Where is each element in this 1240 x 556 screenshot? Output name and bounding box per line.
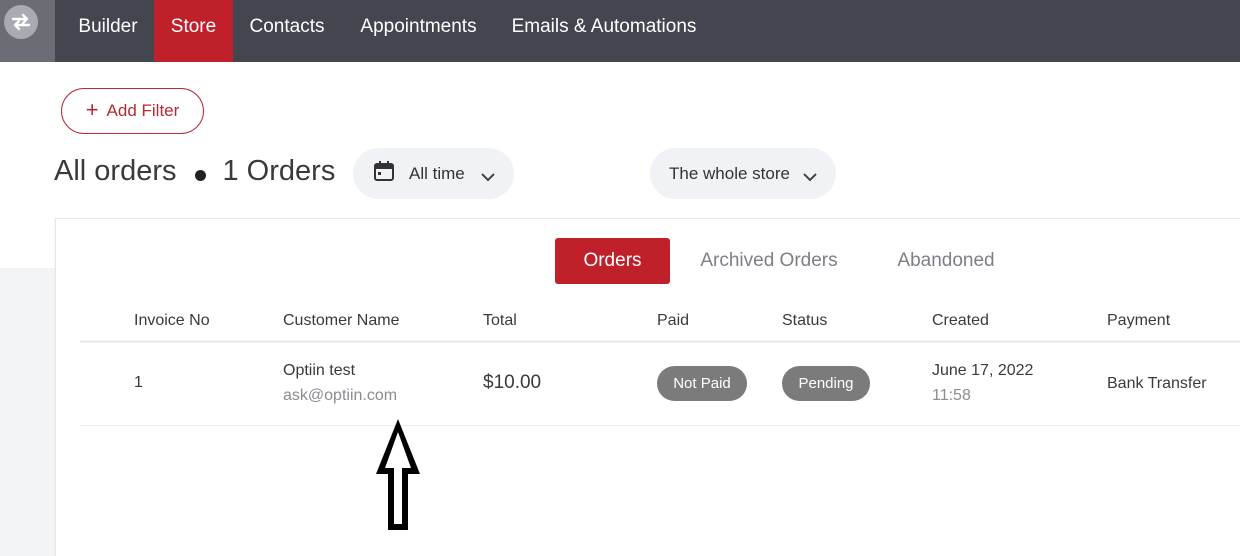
nav-appointments[interactable]: Appointments (341, 0, 496, 62)
row-divider (80, 425, 1240, 426)
tab-orders[interactable]: Orders (555, 238, 670, 284)
chevron-down-icon (481, 167, 495, 187)
customer-email: ask@optiin.com (283, 387, 398, 404)
tab-abandoned[interactable]: Abandoned (886, 238, 1006, 284)
plus-icon: + (85, 97, 99, 122)
nav-emails-automations[interactable]: Emails & Automations (496, 0, 712, 62)
swap-arrows-icon[interactable] (4, 5, 38, 39)
column-header-status[interactable]: Status (782, 312, 827, 330)
page-title-text: All orders (54, 155, 177, 187)
time-range-value: All time (409, 163, 465, 183)
column-header-created[interactable]: Created (932, 312, 989, 330)
nav-contacts[interactable]: Contacts (233, 0, 341, 62)
top-nav-bar: Builder Store Contacts Appointments Emai… (0, 0, 1240, 62)
nav-store[interactable]: Store (154, 0, 233, 62)
calendar-icon (373, 160, 395, 187)
tab-archived-orders[interactable]: Archived Orders (694, 238, 844, 284)
chevron-down-icon (803, 167, 817, 187)
customer-name[interactable]: Optiin test (283, 362, 355, 380)
column-header-total[interactable]: Total (483, 312, 517, 330)
left-gutter (0, 268, 55, 556)
column-header-payment[interactable]: Payment (1107, 312, 1170, 330)
payment-method: Bank Transfer (1107, 375, 1207, 392)
add-filter-button[interactable]: + Add Filter (61, 88, 204, 134)
orders-count: 1 Orders (222, 155, 336, 187)
header-divider (80, 340, 1240, 343)
column-header-invoice[interactable]: Invoice No (134, 312, 210, 330)
time-range-select[interactable]: All time (353, 148, 514, 199)
add-filter-label: Add Filter (106, 101, 180, 120)
up-arrow-annotation (373, 416, 423, 539)
paid-status-badge: Not Paid (657, 366, 747, 401)
store-scope-value: The whole store (669, 163, 790, 183)
created-time: 11:58 (932, 387, 971, 404)
column-header-paid[interactable]: Paid (657, 312, 689, 330)
app-switcher[interactable] (0, 0, 55, 62)
order-status-badge: Pending (782, 366, 870, 401)
store-scope-select[interactable]: The whole store (650, 148, 836, 199)
created-date: June 17, 2022 (932, 362, 1034, 379)
page-title: All orders 1 Orders (54, 155, 335, 188)
column-header-customer[interactable]: Customer Name (283, 312, 399, 330)
separator-dot (194, 170, 206, 181)
invoice-number: 1 (134, 374, 143, 391)
order-total: $10.00 (483, 372, 542, 393)
nav-builder[interactable]: Builder (62, 0, 154, 62)
